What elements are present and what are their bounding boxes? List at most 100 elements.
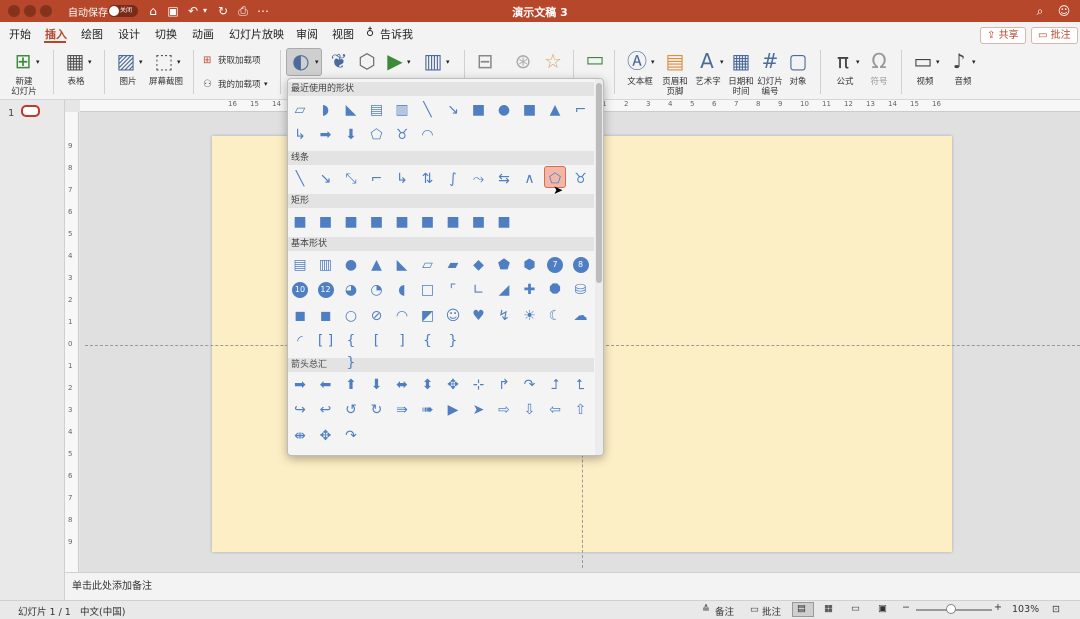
my-addins-button[interactable]: 我的加载项 — [218, 80, 268, 90]
shape-option[interactable]: ⛁ — [570, 279, 592, 301]
shape-option[interactable]: ▥ — [315, 254, 337, 276]
tell-me-box[interactable]: 告诉我 — [380, 26, 413, 42]
shape-option[interactable]: ⮥ — [544, 374, 566, 396]
tab-animations[interactable]: 动画 — [192, 26, 214, 42]
tab-review[interactable]: 审阅 — [296, 26, 318, 42]
shape-option[interactable]: ■ — [519, 99, 541, 121]
shape-option[interactable]: 7 — [547, 257, 563, 273]
shape-option[interactable]: ∧ — [519, 168, 541, 190]
shape-option[interactable]: ■ — [391, 211, 413, 233]
shape-option[interactable]: ◆ — [468, 254, 490, 276]
textbox-icon[interactable]: Ⓐ — [624, 50, 650, 72]
shape-option[interactable]: ◔ — [366, 279, 388, 301]
textbox-label[interactable]: 文本框 — [624, 77, 656, 87]
chart-dropdown-icon[interactable]: ▾ — [446, 58, 450, 66]
shape-option[interactable]: ◖ — [391, 279, 413, 301]
shape-option[interactable]: ◩ — [417, 305, 439, 327]
shape-option[interactable]: ● — [493, 99, 515, 121]
shape-option[interactable]: ◠ — [391, 305, 413, 327]
shape-option[interactable]: ◗ — [315, 99, 337, 121]
shape-option[interactable]: ⇨ — [493, 399, 515, 421]
shape-option[interactable]: ⬌ — [391, 374, 413, 396]
fit-slide-icon[interactable]: ⊡ — [1052, 604, 1060, 615]
shape-option[interactable]: ☀ — [519, 305, 541, 327]
tab-insert[interactable]: 插入 — [45, 26, 67, 42]
video-label[interactable]: 视频 — [910, 77, 940, 87]
table-icon[interactable]: ▦ — [60, 50, 90, 72]
wordart-label[interactable]: 艺术字 — [692, 77, 724, 87]
zoom-out-button[interactable]: − — [902, 602, 910, 613]
gallery-scroll-thumb[interactable] — [596, 83, 602, 283]
zoom-slider-knob[interactable] — [946, 604, 956, 614]
shape-option[interactable]: ■ — [366, 211, 388, 233]
shape-option[interactable]: ■ — [468, 211, 490, 233]
screenshot-dropdown-icon[interactable]: ▾ — [177, 58, 181, 66]
shape-option[interactable]: { — [417, 330, 439, 352]
action-icon[interactable]: ⊛ — [510, 50, 536, 72]
shape-option[interactable]: ● — [340, 254, 362, 276]
screenshot-icon[interactable]: ⬚ — [150, 50, 178, 72]
notes-placeholder[interactable]: 单击此处添加备注 — [72, 577, 152, 592]
shape-option[interactable]: ➡ — [289, 374, 311, 396]
slide-number-label[interactable]: 幻灯片 编号 — [754, 77, 786, 97]
audio-icon[interactable]: ♪ — [946, 50, 972, 72]
equation-dropdown-icon[interactable]: ▾ — [856, 58, 860, 66]
slide-thumbnail[interactable] — [21, 105, 40, 117]
account-icon[interactable]: ☺ — [1056, 3, 1072, 19]
notes-pane[interactable] — [65, 572, 1080, 600]
shape-option[interactable]: ➤ — [468, 399, 490, 421]
comments-button[interactable]: ▭ 批注 — [1031, 27, 1078, 44]
shape-option[interactable]: ↪ — [289, 399, 311, 421]
shape-option[interactable]: ✚ — [519, 279, 541, 301]
screenshot-label[interactable]: 屏幕截图 — [146, 77, 186, 87]
shape-option[interactable]: ⤡ — [340, 168, 362, 190]
audio-dropdown-icon[interactable]: ▾ — [972, 58, 976, 66]
shape-option[interactable]: ▲ — [366, 254, 388, 276]
shape-option[interactable]: ■ — [289, 211, 311, 233]
shape-option[interactable]: ▶ — [442, 399, 464, 421]
shape-option[interactable]: ▲ — [544, 99, 566, 121]
shape-option[interactable]: ↯ — [493, 305, 515, 327]
shape-option[interactable]: ◣ — [340, 99, 362, 121]
header-footer-icon[interactable]: ▤ — [662, 50, 688, 72]
shape-option[interactable]: ⬇ — [340, 124, 362, 146]
shape-option[interactable]: ╲ — [289, 168, 311, 190]
shape-option[interactable]: ↳ — [391, 168, 413, 190]
smartart-dropdown-icon[interactable]: ▾ — [407, 58, 411, 66]
reading-view-icon[interactable]: ▭ — [851, 603, 860, 614]
table-dropdown-icon[interactable]: ▾ — [88, 58, 92, 66]
shape-option[interactable]: ⬇ — [366, 374, 388, 396]
shape-option[interactable]: ╲ — [417, 99, 439, 121]
shape-option[interactable]: ◜ — [289, 330, 311, 352]
shape-option[interactable]: ↩ — [315, 399, 337, 421]
shape-option[interactable]: ∟ — [468, 279, 490, 301]
shape-option[interactable]: ◼ — [289, 305, 311, 327]
new-slide-dropdown-icon[interactable]: ▾ — [36, 58, 40, 66]
shape-option[interactable]: ✥ — [315, 425, 337, 447]
shape-option[interactable]: ⊘ — [366, 305, 388, 327]
shape-option[interactable]: 8 — [572, 257, 589, 273]
comments-toggle[interactable]: 批注 — [762, 604, 781, 618]
symbol-label[interactable]: 符号 — [866, 77, 892, 87]
symbol-icon[interactable]: Ω — [866, 50, 892, 72]
equation-label[interactable]: 公式 — [830, 77, 860, 87]
tab-transitions[interactable]: 切换 — [155, 26, 177, 42]
picture-label[interactable]: 图片 — [112, 77, 144, 87]
shape-option[interactable]: ⬍ — [417, 374, 439, 396]
shape-option[interactable]: ⇼ — [289, 425, 311, 447]
shape-option[interactable]: ■ — [442, 211, 464, 233]
shape-option[interactable]: ⤳ — [468, 168, 490, 190]
shape-option[interactable]: ▱ — [417, 254, 439, 276]
slide-number-icon[interactable]: # — [757, 50, 783, 72]
shape-option[interactable]: ⬟ — [493, 254, 515, 276]
shape-option[interactable]: ⇛ — [391, 399, 413, 421]
chart-icon[interactable]: ▥ — [420, 50, 446, 72]
shape-option[interactable]: ⮤ — [570, 374, 592, 396]
shape-option[interactable]: ↳ — [289, 124, 311, 146]
picture-dropdown-icon[interactable]: ▾ — [139, 58, 143, 66]
shape-option[interactable]: ▥ — [391, 99, 413, 121]
comment-add-icon[interactable]: ▭ — [582, 48, 608, 70]
equation-icon[interactable]: π — [830, 50, 856, 72]
shape-option[interactable]: { } — [340, 330, 362, 371]
shape-option[interactable]: ⬆ — [340, 374, 362, 396]
